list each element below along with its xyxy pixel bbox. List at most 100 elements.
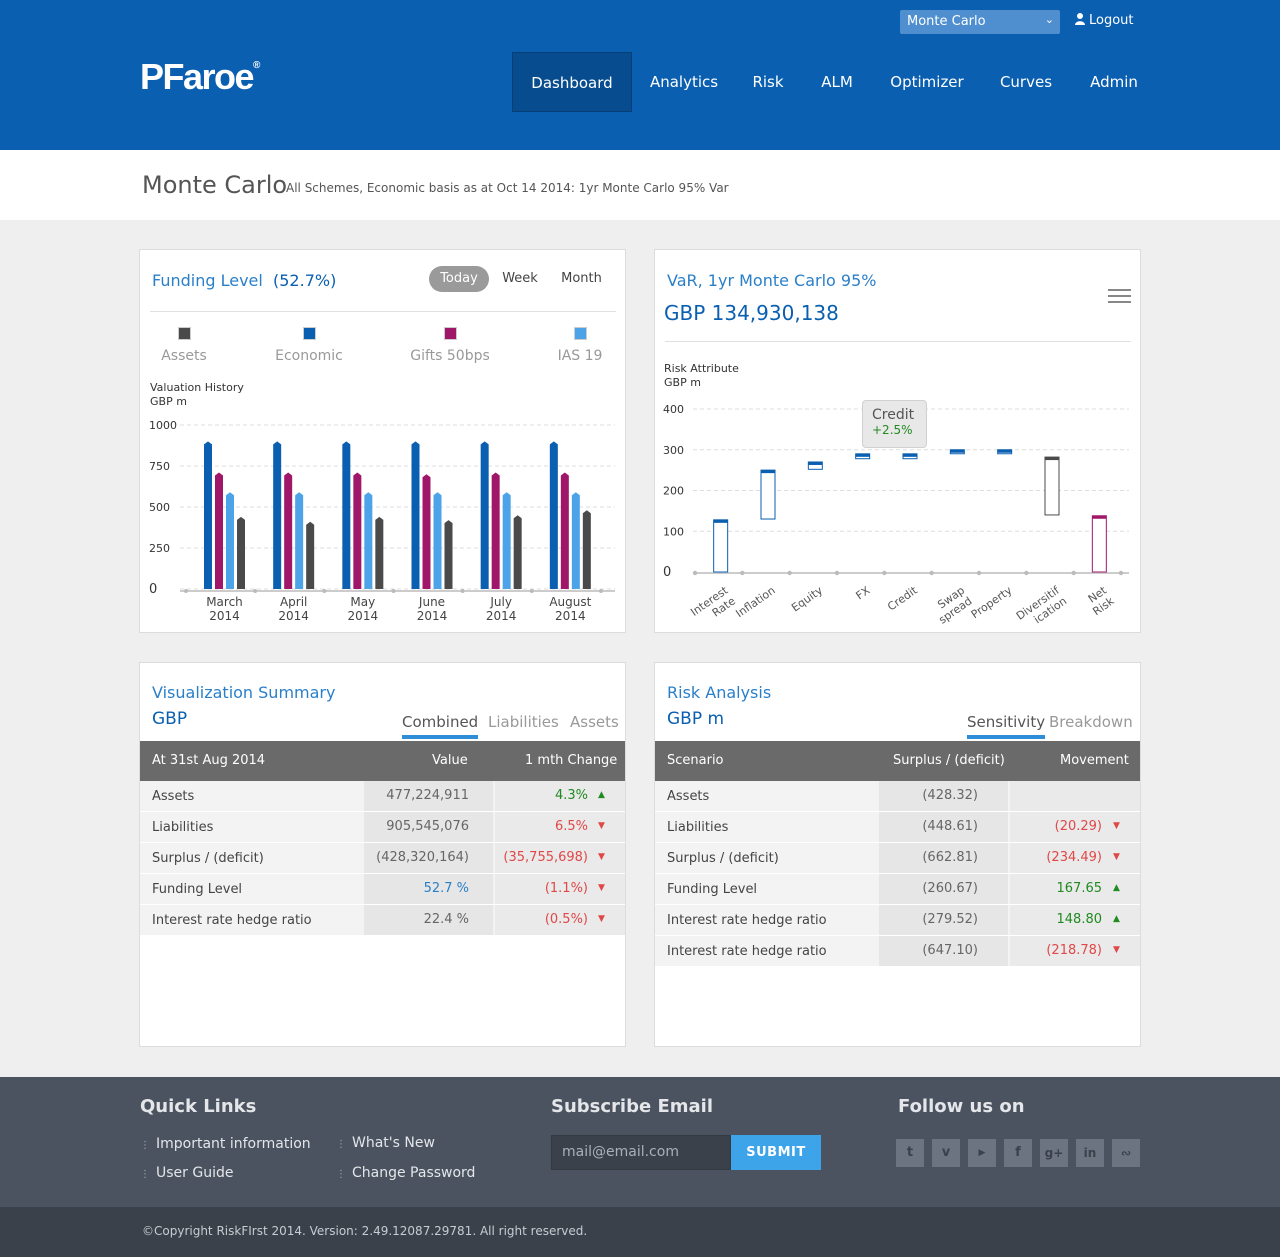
bar[interactable] <box>342 441 351 589</box>
link-user-guide[interactable]: ⋮ User Guide <box>140 1165 233 1181</box>
table-row[interactable]: Liabilities 905,545,076 6.5% ▼ <box>140 812 625 843</box>
waterfall-bar[interactable] <box>760 469 776 520</box>
arrow-up-icon: ▲ <box>598 790 605 800</box>
bar[interactable] <box>306 521 315 589</box>
top-header: PFaroe® Monte Carlo ⌄ Logout Dashboard A… <box>0 0 1280 150</box>
logout-button[interactable]: Logout <box>1075 13 1134 28</box>
vimeo-icon[interactable]: v <box>932 1139 960 1167</box>
bar[interactable] <box>237 516 245 589</box>
bar[interactable] <box>226 492 234 589</box>
submit-button[interactable]: SUBMIT <box>731 1135 821 1170</box>
bar[interactable] <box>513 515 522 589</box>
arrow-down-icon: ▼ <box>598 883 605 893</box>
link-change-password[interactable]: ⋮ Change Password <box>336 1165 475 1181</box>
waterfall-bar[interactable] <box>1091 515 1107 573</box>
range-today[interactable]: Today <box>429 266 489 292</box>
bar[interactable] <box>582 510 591 589</box>
facebook-icon[interactable]: f <box>1004 1139 1032 1167</box>
arrow-up-icon: ▲ <box>1113 883 1120 893</box>
var-panel: VaR, 1yr Monte Carlo 95% GBP 134,930,138… <box>654 249 1141 633</box>
table-row[interactable]: Liabilities (448.61) (20.29) ▼ <box>655 812 1140 843</box>
linkedin-icon[interactable]: in <box>1076 1139 1104 1167</box>
row-label: Assets <box>667 789 710 804</box>
table-row[interactable]: Surplus / (deficit) (662.81) (234.49) ▼ <box>655 843 1140 874</box>
twitter-icon[interactable]: t <box>896 1139 924 1167</box>
bar[interactable] <box>491 472 500 589</box>
var-amount: GBP 134,930,138 <box>664 301 839 325</box>
tab-combined[interactable]: Combined <box>402 713 479 739</box>
tab-breakdown[interactable]: Breakdown <box>1049 713 1133 731</box>
row-label: Funding Level <box>667 882 758 897</box>
nav-dashboard[interactable]: Dashboard <box>512 52 632 112</box>
bar[interactable] <box>215 472 223 589</box>
legend-economic[interactable]: Economic <box>254 327 364 364</box>
row-label: Surplus / (deficit) <box>152 851 264 866</box>
axis-dot <box>1071 570 1076 576</box>
nav-curves[interactable]: Curves <box>996 52 1056 112</box>
row-value: (647.10) <box>922 943 978 958</box>
table-row[interactable]: Surplus / (deficit) (428,320,164) (35,755,… <box>140 843 625 874</box>
legend-ias19[interactable]: IAS 19 <box>525 327 635 364</box>
row-label: Interest rate hedge ratio <box>152 913 312 928</box>
waterfall-bar[interactable] <box>713 519 729 573</box>
y-tick-label: 0 <box>663 565 671 580</box>
scheme-select[interactable]: Monte Carlo ⌄ <box>900 10 1060 34</box>
arrow-down-icon: ▼ <box>598 852 605 862</box>
bar[interactable] <box>502 492 511 589</box>
link-whats-new[interactable]: ⋮ What's New <box>336 1135 435 1151</box>
logo-text: PFaroe <box>140 56 255 97</box>
x-tick-group: Equity <box>789 584 825 615</box>
nav-admin[interactable]: Admin <box>1086 52 1142 112</box>
x-tick-group: Credit <box>885 583 920 613</box>
nav-alm[interactable]: ALM <box>812 52 862 112</box>
range-month[interactable]: Month <box>554 266 609 292</box>
row-label: Assets <box>152 789 195 804</box>
row-change: 167.65 <box>1056 881 1103 896</box>
range-week[interactable]: Week <box>495 266 545 292</box>
logo[interactable]: PFaroe® <box>140 56 260 98</box>
nav-analytics[interactable]: Analytics <box>644 52 724 112</box>
bar[interactable] <box>549 441 558 589</box>
bar[interactable] <box>273 441 282 589</box>
nav-optimizer[interactable]: Optimizer <box>884 52 970 112</box>
tab-liabilities[interactable]: Liabilities <box>488 713 559 731</box>
legend-gifts[interactable]: Gifts 50bps <box>395 327 505 364</box>
bar[interactable] <box>444 520 453 589</box>
bar[interactable] <box>295 492 304 589</box>
table-row[interactable]: Assets (428.32) <box>655 781 1140 812</box>
google-plus-icon[interactable]: g+ <box>1040 1139 1068 1167</box>
bar[interactable] <box>560 472 569 589</box>
youtube-icon[interactable]: ▶ <box>968 1139 996 1167</box>
table-row[interactable]: Funding Level (260.67) 167.65 ▲ <box>655 874 1140 905</box>
hamburger-icon[interactable] <box>1108 289 1131 303</box>
table-row[interactable]: Interest rate hedge ratio 22.4 % (0.5%) ▼ <box>140 905 625 936</box>
rss-icon[interactable]: ∾ <box>1112 1139 1140 1167</box>
tab-sensitivity[interactable]: Sensitivity <box>967 713 1046 739</box>
bar[interactable] <box>284 472 293 589</box>
table-row[interactable]: Interest rate hedge ratio (647.10) (218.78… <box>655 936 1140 967</box>
bar[interactable] <box>364 492 373 589</box>
table-row[interactable]: Assets 477,224,911 4.3% ▲ <box>140 781 625 812</box>
nav-risk[interactable]: Risk <box>743 52 793 112</box>
x-tick-label: 2014 <box>278 609 309 623</box>
bar[interactable] <box>480 441 489 589</box>
bar[interactable] <box>571 492 580 589</box>
waterfall-bar[interactable] <box>1044 456 1060 516</box>
table-header: Scenario Surplus / (deficit) Movement <box>655 741 1140 781</box>
row-change: (1.1%) <box>544 881 588 896</box>
bar[interactable] <box>204 441 212 589</box>
bar[interactable] <box>433 492 442 589</box>
bar[interactable] <box>375 516 384 589</box>
email-field[interactable]: mail@email.com <box>551 1135 731 1170</box>
table-row[interactable]: Funding Level 52.7 % (1.1%) ▼ <box>140 874 625 905</box>
bar[interactable] <box>353 472 362 589</box>
link-important-info[interactable]: ⋮ Important information <box>140 1136 311 1152</box>
row-value: (428.32) <box>922 788 978 803</box>
row-value: 52.7 % <box>423 881 469 896</box>
row-change: (0.5%) <box>544 912 588 927</box>
legend-assets[interactable]: Assets <box>129 327 239 364</box>
bar[interactable] <box>422 474 431 589</box>
tab-assets[interactable]: Assets <box>570 713 619 731</box>
bar[interactable] <box>411 441 420 589</box>
table-row[interactable]: Interest rate hedge ratio (279.52) 148.80 ▲ <box>655 905 1140 936</box>
